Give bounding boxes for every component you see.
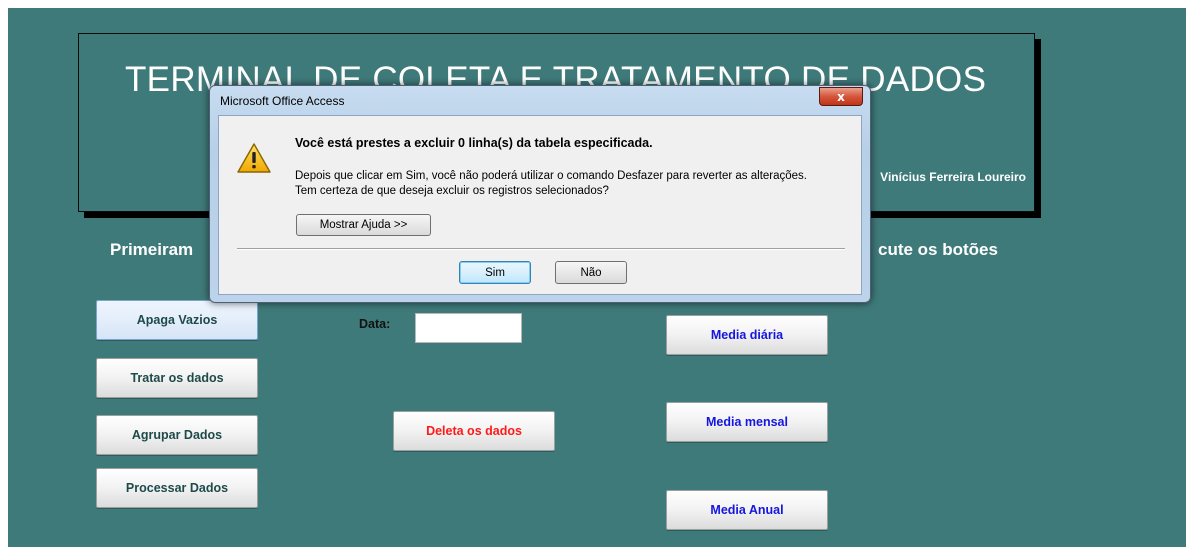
yes-button[interactable]: Sim <box>459 261 531 284</box>
tratar-dados-button[interactable]: Tratar os dados <box>96 358 258 398</box>
confirm-delete-dialog: Microsoft Office Access x Você está pres… <box>209 85 871 303</box>
instruction-text-left: Primeiram <box>110 240 194 259</box>
dialog-heading: Você está prestes a excluir 0 linha(s) d… <box>295 136 653 150</box>
deleta-dados-button[interactable]: Deleta os dados <box>393 411 555 451</box>
warning-icon <box>237 143 271 173</box>
media-anual-button[interactable]: Media Anual <box>666 490 828 530</box>
apaga-vazios-button[interactable]: Apaga Vazios <box>96 300 258 340</box>
dialog-message-line-2: Tem certeza de que deseja excluir os reg… <box>295 185 609 197</box>
instruction-text-right: cute os botões <box>878 240 998 259</box>
no-button[interactable]: Não <box>555 261 627 284</box>
dialog-separator <box>237 248 845 250</box>
media-diaria-button[interactable]: Media diária <box>666 315 828 355</box>
dialog-body: Você está prestes a excluir 0 linha(s) d… <box>218 115 862 295</box>
close-button[interactable]: x <box>819 87 863 106</box>
dialog-title: Microsoft Office Access <box>220 94 345 108</box>
media-mensal-button[interactable]: Media mensal <box>666 402 828 442</box>
data-input[interactable] <box>415 313 522 343</box>
data-label: Data: <box>359 317 391 331</box>
dialog-message-line-1: Depois que clicar em Sim, você não poder… <box>295 170 807 182</box>
agrupar-dados-button[interactable]: Agrupar Dados <box>96 415 258 455</box>
processar-dados-button[interactable]: Processar Dados <box>96 468 258 508</box>
author-label: Vinícius Ferreira Loureiro <box>880 170 1026 184</box>
show-help-button[interactable]: Mostrar Ajuda >> <box>296 214 431 236</box>
